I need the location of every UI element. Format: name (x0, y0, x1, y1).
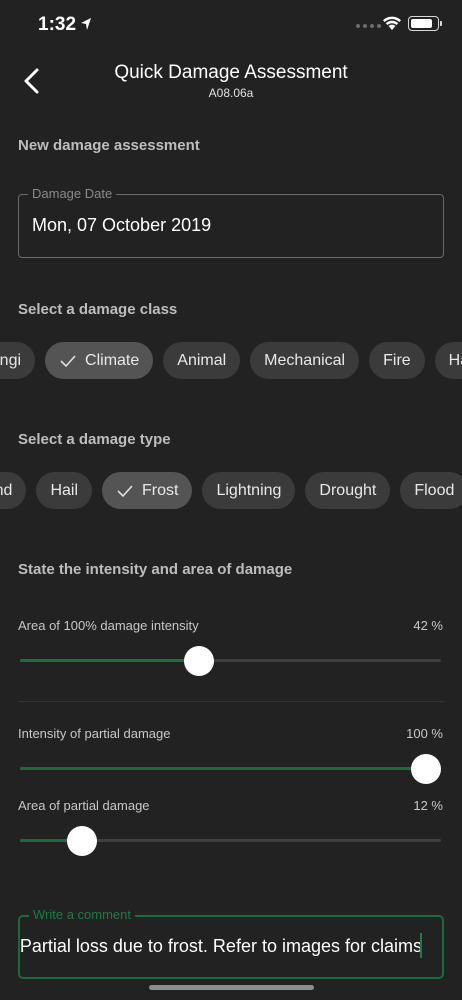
damage-type-chips: Wind Hail Frost Lightning Drought Flood (0, 472, 462, 512)
chip-label: Hail (448, 351, 462, 369)
damage-class-heading: Select a damage class (18, 301, 178, 318)
chip-label: Flood (414, 481, 455, 499)
damage-date-field[interactable]: Damage Date Mon, 07 October 2019 (18, 186, 444, 258)
chip-label: Hail (50, 481, 79, 499)
chip-hail[interactable]: Hail (434, 342, 462, 379)
chip-fire[interactable]: Fire (369, 342, 425, 379)
damage-class-chips: Fungi Climate Animal Mechanical Fire Hai… (0, 342, 462, 382)
damage-type-heading: Select a damage type (18, 431, 171, 448)
slider-fill (20, 767, 426, 770)
chip-animal[interactable]: Animal (163, 342, 241, 379)
check-icon (60, 354, 76, 367)
chip-label: Wind (0, 481, 13, 499)
chip-fungi[interactable]: Fungi (0, 342, 36, 379)
status-time: 1:32 (38, 14, 77, 35)
chip-frost[interactable]: Frost (102, 472, 193, 509)
comment-clip: Partial loss due to frost. Refer to imag… (20, 917, 442, 977)
slider-value: 42 % (413, 618, 443, 633)
battery-icon (408, 16, 442, 31)
comment-field[interactable]: Partial loss due to frost. Refer to imag… (18, 907, 444, 979)
comment-value: Partial loss due to frost. Refer to imag… (20, 936, 422, 956)
divider (18, 701, 444, 702)
home-indicator[interactable] (149, 985, 314, 990)
chip-wind[interactable]: Wind (0, 472, 27, 509)
page-subtitle: A08.06a (208, 86, 254, 100)
chip-label: Fungi (0, 351, 22, 369)
damage-date-value: Mon, 07 October 2019 (32, 215, 212, 235)
slider-thumb[interactable] (411, 754, 441, 784)
chip-hail[interactable]: Hail (36, 472, 93, 509)
chip-label: Lightning (216, 481, 282, 499)
page-title: Quick Damage Assessment (114, 62, 348, 83)
form-heading: New damage assessment (18, 137, 200, 154)
slider-value: 12 % (413, 798, 443, 813)
slider-label: Area of partial damage (18, 798, 150, 813)
wifi-icon (383, 16, 401, 30)
check-icon (117, 484, 133, 497)
slider-thumb[interactable] (66, 826, 97, 856)
full-damage-area-slider[interactable] (20, 646, 441, 676)
partial-damage-area-slider[interactable] (20, 826, 441, 856)
slider-fill (20, 659, 200, 662)
chip-label: Climate (85, 351, 140, 369)
intensity-heading: State the intensity and area of damage (18, 561, 293, 578)
chip-label: Animal (177, 351, 227, 369)
chip-label: Fire (383, 351, 411, 369)
chip-label: Frost (142, 481, 179, 499)
slider-thumb[interactable] (184, 646, 215, 676)
chip-mechanical[interactable]: Mechanical (250, 342, 360, 379)
chip-label: Mechanical (264, 351, 346, 369)
slider-label: Intensity of partial damage (18, 726, 171, 741)
chip-flood[interactable]: Flood (400, 472, 462, 509)
chip-climate[interactable]: Climate (45, 342, 154, 379)
damage-date-label: Damage Date (28, 186, 117, 201)
location-arrow-icon (81, 18, 91, 30)
chip-label: Drought (319, 481, 377, 499)
text-caret (420, 933, 422, 958)
chip-drought[interactable]: Drought (305, 472, 391, 509)
chip-lightning[interactable]: Lightning (202, 472, 296, 509)
cellular-signal-icon (356, 24, 381, 28)
partial-damage-intensity-slider[interactable] (20, 754, 441, 784)
slider-value: 100 % (406, 726, 443, 741)
comment-label: Write a comment (29, 907, 136, 922)
slider-label: Area of 100% damage intensity (18, 618, 199, 633)
